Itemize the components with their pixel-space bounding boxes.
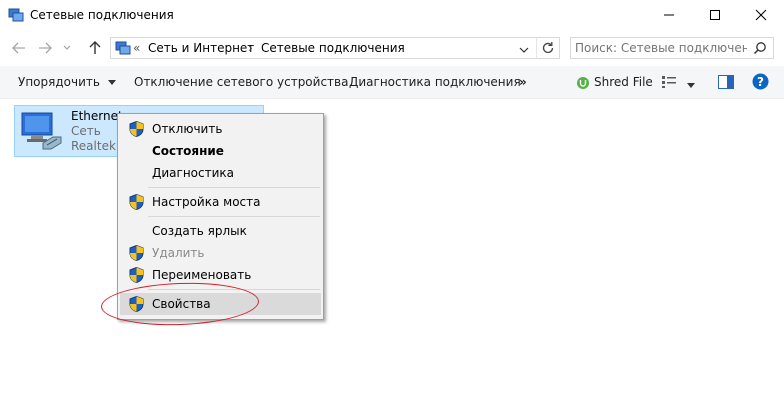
- back-button[interactable]: [10, 40, 28, 56]
- up-arrow-icon: [89, 41, 101, 54]
- address-bar[interactable]: « Сеть и Интернет › Сетевые подключения: [110, 37, 560, 59]
- organize-label: Упорядочить: [18, 75, 100, 89]
- svg-text:?: ?: [757, 75, 764, 89]
- preview-pane-icon: [718, 75, 734, 89]
- up-button[interactable]: [86, 40, 104, 56]
- menu-item-create-shortcut[interactable]: Создать ярлык: [120, 220, 321, 242]
- help-icon: ?: [752, 73, 769, 90]
- network-connections-app-icon: [8, 8, 24, 22]
- refresh-icon: [542, 42, 554, 54]
- diagnose-connection-button[interactable]: Диагностика подключения: [349, 75, 521, 89]
- shred-file-button[interactable]: Shred File: [576, 75, 653, 90]
- menu-item-label: Отключить: [152, 122, 223, 136]
- menu-item-label: Создать ярлык: [152, 224, 247, 238]
- ethernet-adapter-icon: [21, 112, 62, 150]
- disable-device-button[interactable]: Отключение сетевого устройства: [134, 75, 348, 89]
- close-icon: [755, 9, 767, 21]
- menu-item-label: Настройка моста: [152, 195, 261, 209]
- search-input[interactable]: [575, 39, 747, 57]
- breadcrumb-network-connections[interactable]: Сетевые подключения: [261, 41, 405, 55]
- uac-shield-icon: [129, 194, 144, 210]
- menu-item-label: Диагностика: [152, 166, 235, 180]
- address-history-dropdown[interactable]: [519, 43, 529, 57]
- window-title: Сетевые подключения: [30, 8, 174, 22]
- breadcrumb-separator[interactable]: ›: [248, 41, 253, 55]
- connection-name: Ethernet: [71, 109, 123, 123]
- menu-item-rename[interactable]: Переименовать: [120, 264, 321, 286]
- back-arrow-icon: [12, 42, 25, 54]
- chevron-down-icon: [107, 79, 116, 85]
- uac-shield-icon: [129, 267, 144, 283]
- uac-shield-icon: [129, 121, 144, 137]
- chevron-down-icon: [63, 45, 71, 50]
- address-row: « Сеть и Интернет › Сетевые подключения: [0, 34, 784, 62]
- menu-separator: [148, 216, 320, 217]
- menu-item-diagnostics[interactable]: Диагностика: [120, 162, 321, 184]
- menu-item-bridge-connections[interactable]: Настройка моста: [120, 191, 321, 213]
- address-divider: [536, 38, 537, 58]
- minimize-button[interactable]: [646, 0, 692, 30]
- minimize-icon: [664, 14, 674, 16]
- forward-button[interactable]: [36, 40, 54, 56]
- menu-item-label: Состояние: [152, 144, 224, 158]
- view-options-dropdown[interactable]: [687, 78, 695, 92]
- search-icon[interactable]: [753, 41, 767, 55]
- organize-menu[interactable]: Упорядочить: [18, 75, 116, 89]
- recent-locations-dropdown[interactable]: [62, 40, 72, 56]
- menu-item-status[interactable]: Состояние: [120, 140, 321, 162]
- refresh-button[interactable]: [541, 41, 555, 58]
- forward-arrow-icon: [39, 42, 52, 54]
- command-bar: Упорядочить Отключение сетевого устройст…: [0, 66, 784, 99]
- network-location-icon: [115, 41, 131, 55]
- close-button[interactable]: [738, 0, 784, 30]
- shred-file-label: Shred File: [594, 75, 653, 89]
- chevron-down-icon: [519, 47, 529, 53]
- help-button[interactable]: ?: [752, 73, 769, 93]
- menu-item-label: Удалить: [152, 246, 205, 260]
- connection-network: Сеть: [71, 124, 101, 138]
- view-options-icon: [662, 76, 676, 88]
- maximize-button[interactable]: [692, 0, 738, 30]
- breadcrumb-network-internet[interactable]: Сеть и Интернет: [148, 41, 254, 55]
- uac-shield-icon: [129, 245, 144, 261]
- menu-separator: [148, 187, 320, 188]
- search-box[interactable]: [570, 37, 774, 59]
- chevron-down-icon: [687, 83, 695, 88]
- maximize-icon: [710, 10, 720, 20]
- preview-pane-button[interactable]: [718, 75, 734, 92]
- change-view-button[interactable]: [661, 74, 677, 92]
- title-bar: Сетевые подключения: [0, 0, 784, 30]
- breadcrumb-overflow[interactable]: «: [133, 41, 140, 55]
- more-commands-button[interactable]: »: [519, 75, 527, 89]
- menu-item-delete: Удалить: [120, 242, 321, 264]
- menu-item-disable[interactable]: Отключить: [120, 118, 321, 140]
- shred-file-icon: [577, 76, 589, 89]
- menu-item-label: Переименовать: [152, 268, 252, 282]
